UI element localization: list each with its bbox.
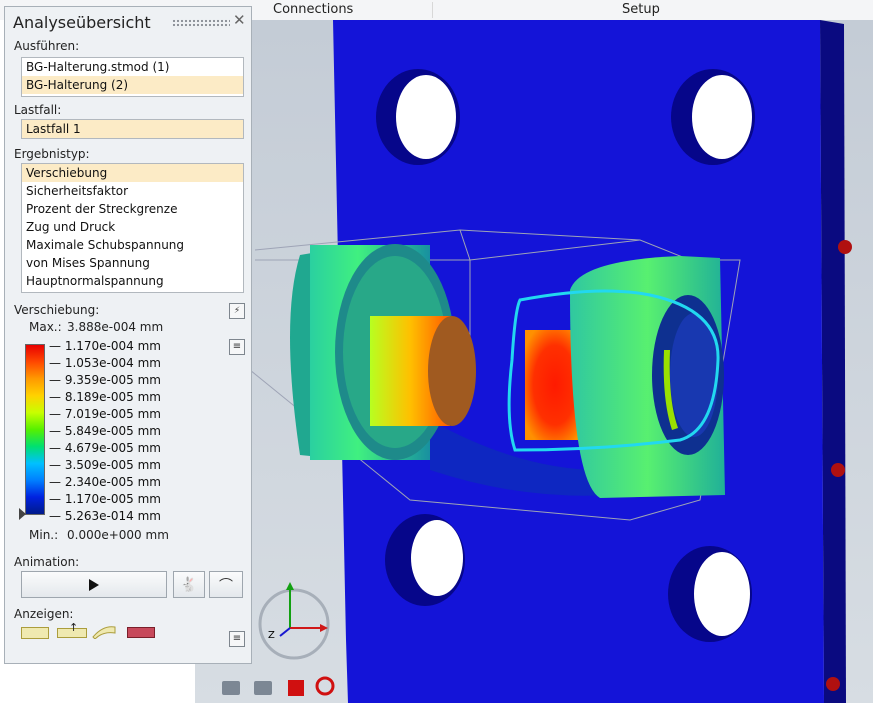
lightning-icon[interactable]: ⚡ (229, 303, 245, 319)
run-label: Ausführen: (14, 39, 80, 53)
display-menu-icon[interactable]: ≡ (229, 631, 245, 647)
color-legend-bar (25, 344, 45, 515)
deformed-icon[interactable] (91, 623, 117, 640)
animation-settings-button[interactable]: ⌒ (209, 571, 243, 598)
legend-tick: — 1.170e-005 mm (49, 492, 161, 506)
animation-label: Animation: (14, 555, 80, 569)
animation-speed-button[interactable]: 🐇 (173, 571, 205, 598)
legend-tick: — 1.170e-004 mm (49, 339, 161, 353)
run-item[interactable]: BG-Halterung (2) (22, 76, 243, 94)
result-type-item[interactable]: Zug und Druck (22, 218, 243, 236)
analysis-panel: Analyseübersicht ✕ Ausführen: BG-Halteru… (4, 6, 252, 664)
view-cube-triad[interactable]: Z (254, 576, 334, 672)
panel-drag-grip[interactable] (172, 19, 230, 28)
legend-tick: — 2.340e-005 mm (49, 475, 161, 489)
result-type-item[interactable]: Maximale Schubspannung (22, 236, 243, 254)
curve-icon: ⌒ (219, 577, 233, 594)
view-icons-bottom (222, 676, 335, 696)
legend-slider-handle[interactable] (19, 508, 26, 520)
result-type-item[interactable]: Sicherheitsfaktor (22, 182, 243, 200)
legend-tick: — 3.509e-005 mm (49, 458, 161, 472)
contour-icon[interactable] (127, 627, 155, 638)
triad-z-label: Z (268, 630, 275, 641)
undeformed-icon[interactable] (21, 627, 49, 639)
result-type-item[interactable]: von Mises Spannung (22, 254, 243, 272)
legend-tick: — 8.189e-005 mm (49, 390, 161, 404)
legend-menu-icon[interactable]: ≡ (229, 339, 245, 355)
legend-label: Verschiebung: (14, 303, 100, 317)
play-button[interactable] (21, 571, 167, 598)
loadcase-field[interactable]: Lastfall 1 (21, 119, 244, 139)
result-type-list[interactable]: Verschiebung Sicherheitsfaktor Prozent d… (21, 163, 244, 293)
display-label: Anzeigen: (14, 607, 74, 621)
max-label: Max.: (29, 320, 62, 334)
legend-tick: — 7.019e-005 mm (49, 407, 161, 421)
play-icon (89, 578, 99, 591)
legend-tick: — 5.849e-005 mm (49, 424, 161, 438)
min-value: 0.000e+000 mm (67, 528, 169, 542)
run-item[interactable]: BG-Halterung.stmod (1) (22, 58, 243, 76)
legend-tick: — 9.359e-005 mm (49, 373, 161, 387)
min-label: Min.: (29, 528, 59, 542)
close-icon[interactable]: ✕ (233, 11, 246, 29)
legend-tick: — 5.263e-014 mm (49, 509, 161, 523)
panel-title: Analyseübersicht (13, 13, 151, 32)
plate-edge (820, 20, 846, 703)
loadcase-value: Lastfall 1 (26, 122, 81, 136)
rabbit-icon: 🐇 (180, 576, 198, 593)
load-arrow-icon[interactable]: ↑ (57, 621, 87, 638)
max-value: 3.888e-004 mm (67, 320, 164, 334)
result-type-label: Ergebnistyp: (14, 147, 90, 161)
result-type-item[interactable]: Prozent der Streckgrenze (22, 200, 243, 218)
loadcase-label: Lastfall: (14, 103, 62, 117)
run-list[interactable]: BG-Halterung.stmod (1) BG-Halterung (2) (21, 57, 244, 97)
result-type-item[interactable]: Verschiebung (22, 164, 243, 182)
legend-tick: — 1.053e-004 mm (49, 356, 161, 370)
legend-tick: — 4.679e-005 mm (49, 441, 161, 455)
result-type-item[interactable]: Hauptnormalspannung (22, 272, 243, 290)
